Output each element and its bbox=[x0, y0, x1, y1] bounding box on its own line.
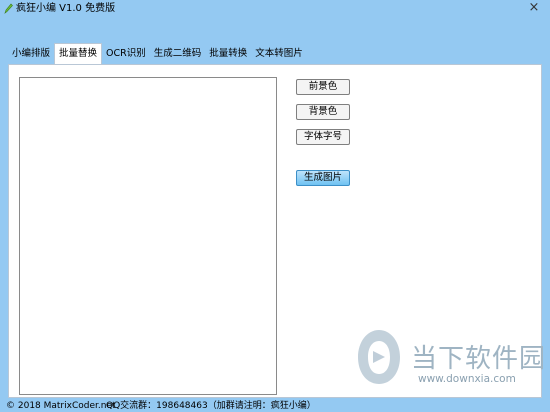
close-button[interactable]: × bbox=[526, 1, 542, 15]
qq-group-text: QQ交流群：198648463（加群请注明：疯狂小编） bbox=[106, 401, 316, 411]
tab-layout[interactable]: 小编排版 bbox=[8, 44, 54, 64]
tab-bar: 小编排版 批量替换 OCR识别 生成二维码 批量转换 文本转图片 bbox=[8, 43, 307, 64]
watermark-text: 当下软件园 bbox=[411, 344, 547, 374]
copyright-text: © 2018 MatrixCoder.net bbox=[6, 401, 116, 411]
watermark-url: www.downxia.com bbox=[418, 373, 516, 385]
text-input[interactable] bbox=[19, 77, 277, 395]
generate-image-button[interactable]: 生成图片 bbox=[296, 170, 350, 186]
tab-ocr[interactable]: OCR识别 bbox=[102, 44, 150, 64]
background-color-button[interactable]: 背景色 bbox=[296, 104, 350, 120]
title-bar: 疯狂小编 V1.0 免费版 × bbox=[0, 0, 550, 18]
status-bar: © 2018 MatrixCoder.net QQ交流群：198648463（加… bbox=[0, 400, 550, 412]
font-size-button[interactable]: 字体字号 bbox=[296, 129, 350, 145]
tab-batch-convert[interactable]: 批量转换 bbox=[205, 44, 251, 64]
downxia-logo-icon bbox=[358, 330, 400, 384]
foreground-color-button[interactable]: 前景色 bbox=[296, 79, 350, 95]
pencil-icon bbox=[4, 3, 13, 14]
tab-batch-replace[interactable]: 批量替换 bbox=[54, 43, 103, 64]
tab-qrcode[interactable]: 生成二维码 bbox=[150, 44, 206, 64]
window-title: 疯狂小编 V1.0 免费版 bbox=[16, 3, 116, 14]
tab-text-to-image[interactable]: 文本转图片 bbox=[251, 44, 307, 64]
